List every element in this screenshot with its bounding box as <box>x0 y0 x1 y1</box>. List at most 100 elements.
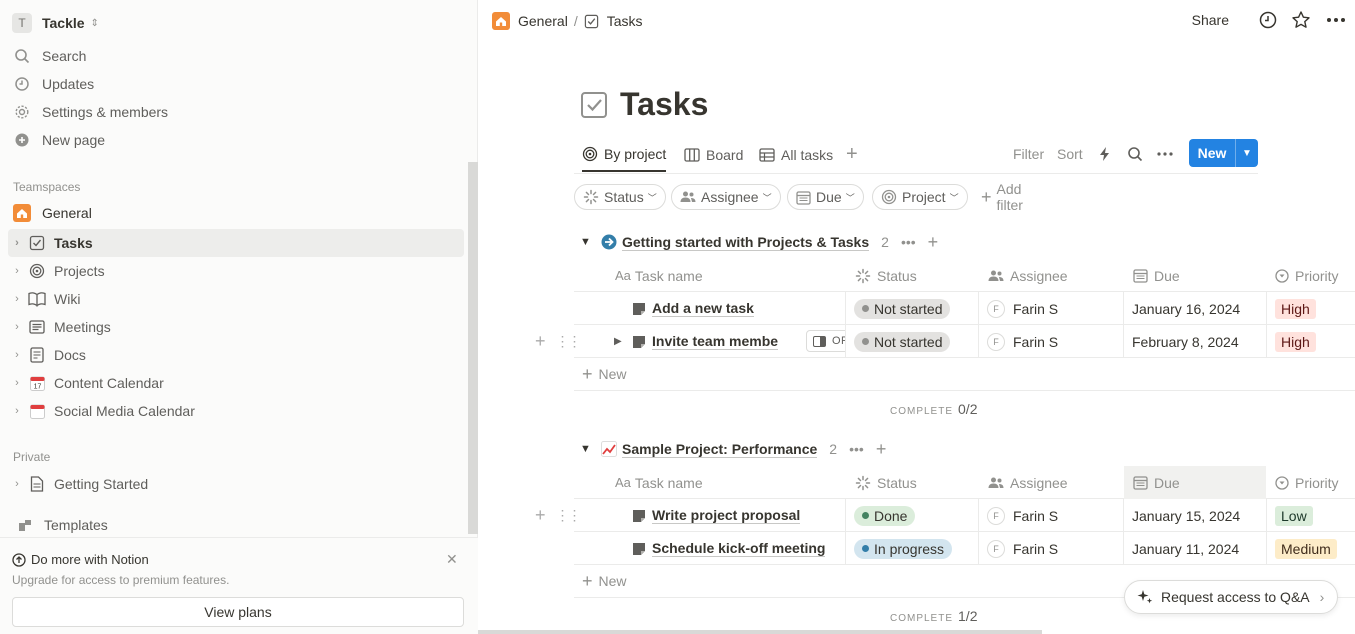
plus-icon[interactable]: + <box>535 331 546 352</box>
column-due[interactable]: Due <box>1124 259 1266 292</box>
add-filter-button[interactable]: + Add filter <box>981 181 1023 213</box>
chevron-right-icon[interactable]: › <box>8 321 26 333</box>
group-title[interactable]: Sample Project: Performance <box>622 441 818 458</box>
tab-all-tasks[interactable]: All tasks <box>759 138 833 172</box>
chevron-right-icon[interactable]: › <box>8 349 26 361</box>
task-name-cell[interactable]: Schedule kick-off meeting <box>624 532 846 565</box>
checkbox-icon[interactable] <box>580 91 608 119</box>
new-row-button[interactable]: + New <box>574 358 1355 391</box>
more-icon[interactable]: ••• <box>901 234 916 250</box>
assignee-cell[interactable]: F Farin S <box>978 532 1124 565</box>
column-task-name[interactable]: Aa Task name <box>606 259 846 292</box>
close-icon[interactable]: ✕ <box>446 551 458 568</box>
column-task-name[interactable]: Aa Task name <box>606 466 846 499</box>
sort-button[interactable]: Sort <box>1057 138 1083 170</box>
task-name-cell[interactable]: ▶ Invite team membe OPEN <box>606 325 846 358</box>
star-icon[interactable] <box>1291 10 1311 30</box>
more-icon[interactable] <box>1325 11 1347 29</box>
assignee-cell[interactable]: F Farin S <box>978 292 1124 325</box>
table-row[interactable]: ▶ Invite team membe OPEN Not started F F… <box>574 325 1355 358</box>
view-plans-button[interactable]: View plans <box>12 597 464 627</box>
column-status[interactable]: Status <box>846 466 979 499</box>
filter-due[interactable]: Due ﹀ <box>787 184 864 210</box>
sidebar-item-tasks[interactable]: › Tasks <box>8 229 464 257</box>
table-row[interactable]: Write project proposal Done F Farin S Ja… <box>574 499 1355 532</box>
chevron-right-icon[interactable]: › <box>8 237 26 249</box>
share-button[interactable]: Share <box>1192 12 1229 28</box>
triangle-down-icon[interactable]: ▼ <box>580 443 598 455</box>
task-name-cell[interactable]: Write project proposal <box>624 499 846 532</box>
teamspace-general[interactable]: General <box>8 199 464 227</box>
request-qa-button[interactable]: Request access to Q&A › <box>1124 580 1338 614</box>
open-button[interactable]: OPEN <box>806 330 846 352</box>
page-title[interactable]: Tasks <box>620 86 708 123</box>
priority-cell[interactable]: Low <box>1266 499 1355 532</box>
status-cell[interactable]: Done <box>845 499 978 532</box>
assignee-cell[interactable]: F Farin S <box>978 499 1124 532</box>
breadcrumb-general[interactable]: General <box>518 13 568 29</box>
chevron-right-icon[interactable]: › <box>8 405 26 417</box>
tab-board[interactable]: Board <box>684 138 743 172</box>
column-assignee[interactable]: Assignee <box>979 466 1124 499</box>
status-cell[interactable]: Not started <box>845 325 978 358</box>
assignee-cell[interactable]: F Farin S <box>978 325 1124 358</box>
priority-cell[interactable]: High <box>1266 292 1355 325</box>
filter-status[interactable]: Status ﹀ <box>574 184 666 210</box>
plus-icon[interactable]: + <box>928 232 939 253</box>
sidebar-scrollbar[interactable] <box>468 162 478 534</box>
sidebar-item-content-calendar[interactable]: › 17 Content Calendar <box>8 369 464 397</box>
sidebar-item-wiki[interactable]: › Wiki <box>8 285 464 313</box>
due-cell[interactable]: January 15, 2024 <box>1123 499 1266 532</box>
task-name[interactable]: Write project proposal <box>652 507 801 524</box>
triangle-down-icon[interactable]: ▼ <box>580 236 598 248</box>
chevron-right-icon[interactable]: › <box>8 265 26 277</box>
more-icon[interactable]: ••• <box>849 441 864 457</box>
sidebar-settings[interactable]: Settings & members <box>8 98 464 126</box>
due-cell[interactable]: February 8, 2024 <box>1123 325 1266 358</box>
status-cell[interactable]: In progress <box>845 532 978 565</box>
search-icon[interactable] <box>1127 138 1143 170</box>
due-cell[interactable]: January 16, 2024 <box>1123 292 1266 325</box>
due-cell[interactable]: January 11, 2024 <box>1123 532 1266 565</box>
chevron-right-icon[interactable]: › <box>8 293 26 305</box>
sidebar-search[interactable]: Search <box>8 42 464 70</box>
sidebar-new-page[interactable]: New page <box>8 126 464 154</box>
priority-cell[interactable]: Medium <box>1266 532 1355 565</box>
lightning-icon[interactable] <box>1098 138 1112 170</box>
column-priority[interactable]: Priority <box>1266 466 1355 499</box>
add-view-icon[interactable]: + <box>846 138 858 170</box>
group-calculation[interactable]: COMPLETE 1/2 <box>890 608 977 624</box>
triangle-right-icon[interactable]: ▶ <box>614 336 632 347</box>
sidebar-item-docs[interactable]: › Docs <box>8 341 464 369</box>
task-name[interactable]: Add a new task <box>652 300 754 317</box>
table-row[interactable]: Schedule kick-off meeting In progress F … <box>574 532 1355 565</box>
task-name-cell[interactable]: Add a new task <box>624 292 846 325</box>
sidebar-item-social-media-calendar[interactable]: › Social Media Calendar <box>8 397 464 425</box>
sidebar-item-meetings[interactable]: › Meetings <box>8 313 464 341</box>
sidebar-item-templates[interactable]: Templates <box>8 516 464 534</box>
chevron-right-icon[interactable]: › <box>8 377 26 389</box>
task-name[interactable]: Schedule kick-off meeting <box>652 540 826 557</box>
new-button[interactable]: New ▼ <box>1189 139 1258 167</box>
sidebar-item-getting-started[interactable]: › Getting Started <box>8 470 464 498</box>
priority-cell[interactable]: High <box>1266 325 1355 358</box>
filter-button[interactable]: Filter <box>1013 138 1044 170</box>
status-cell[interactable]: Not started <box>845 292 978 325</box>
column-due[interactable]: Due <box>1124 466 1266 499</box>
filter-assignee[interactable]: Assignee ﹀ <box>671 184 781 210</box>
plus-icon[interactable]: + <box>876 439 887 460</box>
sidebar-updates[interactable]: Updates <box>8 70 464 98</box>
breadcrumb-tasks[interactable]: Tasks <box>607 13 643 29</box>
plus-icon[interactable]: + <box>535 505 546 526</box>
sidebar-item-projects[interactable]: › Projects <box>8 257 464 285</box>
filter-project[interactable]: Project ﹀ <box>872 184 968 210</box>
table-row[interactable]: Add a new task Not started F Farin S Jan… <box>574 292 1355 325</box>
task-name[interactable]: Invite team membe <box>652 333 779 350</box>
chevron-right-icon[interactable]: › <box>8 478 26 490</box>
history-icon[interactable] <box>1259 11 1277 29</box>
tab-by-project[interactable]: By project <box>582 138 667 172</box>
column-priority[interactable]: Priority <box>1266 259 1355 292</box>
workspace-switcher[interactable]: T Tackle ⇕ <box>12 11 99 35</box>
chevron-down-icon[interactable]: ▼ <box>1235 139 1258 167</box>
more-icon[interactable] <box>1156 138 1174 170</box>
